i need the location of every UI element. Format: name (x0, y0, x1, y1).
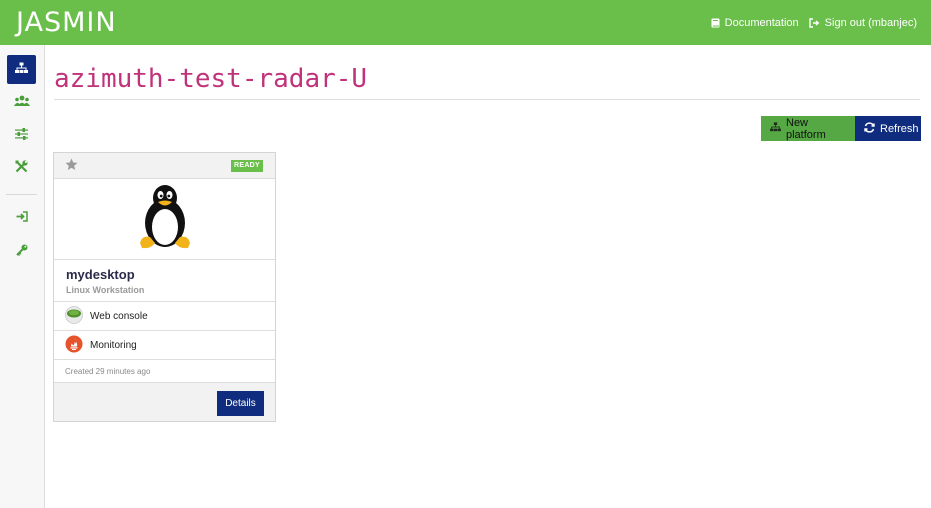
guacamole-icon (65, 305, 83, 327)
service-monitoring[interactable]: Monitoring (54, 330, 275, 359)
platform-card: READY mydesktop Linux Workstation Web co… (53, 152, 276, 422)
sitemap-icon (770, 122, 781, 135)
page-title: azimuth-test-radar-U (54, 64, 368, 94)
signout-link[interactable]: Sign out (mbanjec) (808, 16, 917, 29)
status-badge: READY (231, 160, 264, 172)
sidebar-divider (6, 194, 37, 195)
signout-label: Sign out (mbanjec) (824, 16, 917, 29)
service-web-console[interactable]: Web console (54, 301, 275, 330)
top-nav-links: Documentation Sign out (mbanjec) (711, 0, 917, 45)
linux-tux-icon (136, 183, 194, 256)
card-footer: Details (54, 382, 275, 421)
sidebar-item-login[interactable] (7, 203, 36, 232)
created-timestamp: Created 29 minutes ago (54, 359, 275, 382)
new-platform-button[interactable]: New platform (761, 116, 855, 141)
sidebar-item-platforms[interactable] (7, 55, 36, 84)
brand-logo[interactable]: JASMIN (16, 7, 117, 38)
star-icon[interactable] (65, 158, 78, 176)
details-button[interactable]: Details (217, 391, 264, 416)
title-divider (54, 99, 920, 100)
book-icon (711, 18, 720, 28)
prometheus-icon (65, 335, 83, 356)
tools-icon (15, 159, 28, 178)
refresh-label: Refresh (880, 122, 919, 135)
sidebar-item-settings[interactable] (7, 121, 36, 150)
sitemap-icon (15, 61, 28, 79)
refresh-icon (864, 121, 875, 136)
new-platform-label: New platform (786, 116, 826, 141)
platform-image (54, 179, 275, 260)
sidebar (0, 45, 45, 508)
sidebar-item-keys[interactable] (7, 237, 36, 266)
platform-name[interactable]: mydesktop (66, 267, 135, 282)
sidebar-item-tools[interactable] (7, 154, 36, 183)
top-navbar: JASMIN Documentation Sign out (mbanjec) (0, 0, 931, 45)
action-buttons: New platform Refresh (761, 116, 921, 141)
sidebar-item-users[interactable] (7, 88, 36, 117)
card-header: READY (54, 153, 275, 179)
refresh-button[interactable]: Refresh (855, 116, 921, 141)
service-label: Monitoring (90, 339, 137, 351)
sign-out-icon (808, 17, 820, 28)
documentation-link[interactable]: Documentation (711, 17, 799, 29)
sliders-icon (15, 127, 28, 145)
documentation-label: Documentation (724, 16, 799, 29)
users-icon (13, 94, 30, 112)
service-label: Web console (90, 310, 148, 322)
sign-in-icon (16, 209, 28, 227)
key-icon (15, 243, 28, 261)
platform-type: Linux Workstation (66, 285, 145, 295)
